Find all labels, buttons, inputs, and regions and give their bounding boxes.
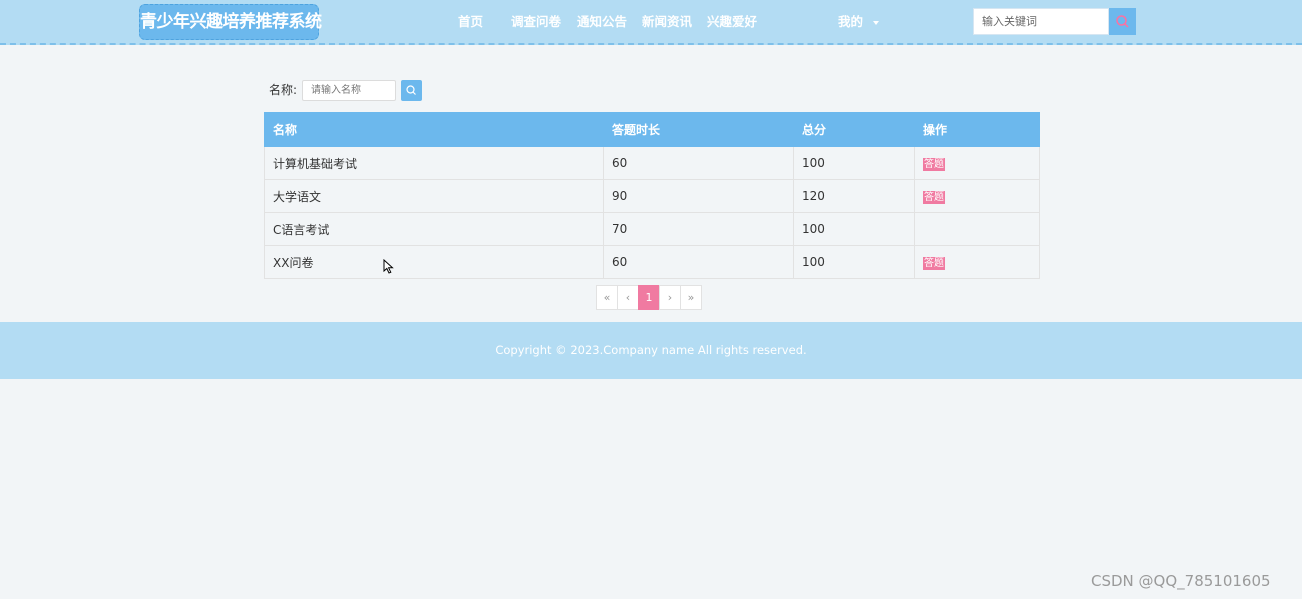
user-menu[interactable]: 我的 bbox=[838, 0, 880, 43]
cell-duration: 60 bbox=[603, 146, 794, 180]
csdn-watermark: CSDN @QQ_785101605 bbox=[1091, 572, 1271, 590]
pagination-prev-button[interactable]: ‹ bbox=[617, 285, 639, 310]
table-row: C语言考试 70 100 bbox=[264, 212, 1040, 246]
answer-button[interactable]: 答题 bbox=[923, 157, 945, 171]
name-filter-label: 名称: bbox=[269, 83, 298, 97]
cell-name: XX问卷 bbox=[264, 245, 604, 279]
user-menu-label: 我的 bbox=[838, 14, 864, 29]
cell-name: 大学语文 bbox=[264, 179, 604, 213]
table-header-row: 名称 答题时长 总分 操作 bbox=[264, 112, 1040, 147]
column-header-action: 操作 bbox=[914, 112, 1040, 147]
footer-copyright: Copyright © 2023.Company name All rights… bbox=[495, 343, 807, 357]
name-filter-input[interactable] bbox=[302, 80, 396, 101]
cell-score: 100 bbox=[793, 212, 915, 246]
nav-survey[interactable]: 调查问卷 bbox=[511, 0, 561, 43]
keyword-search-button[interactable] bbox=[1109, 8, 1136, 35]
survey-table: 名称 答题时长 总分 操作 计算机基础考试 60 100 答题 大学语文 90 … bbox=[264, 112, 1040, 279]
table-row: XX问卷 60 100 答题 bbox=[264, 245, 1040, 279]
pagination-next-button[interactable]: › bbox=[659, 285, 681, 310]
cell-action: 答题 bbox=[914, 146, 1040, 180]
mouse-cursor-icon bbox=[383, 259, 394, 274]
cell-action: 答题 bbox=[914, 245, 1040, 279]
name-filter-search-button[interactable] bbox=[401, 80, 422, 101]
answer-button[interactable]: 答题 bbox=[923, 256, 945, 270]
pagination-page-button[interactable]: 1 bbox=[638, 285, 660, 310]
cell-score: 100 bbox=[793, 245, 915, 279]
footer: Copyright © 2023.Company name All rights… bbox=[0, 322, 1302, 379]
pagination-first-button[interactable]: « bbox=[596, 285, 618, 310]
search-icon bbox=[1116, 15, 1129, 28]
site-logo[interactable]: 青少年兴趣培养推荐系统 bbox=[139, 4, 322, 40]
nav-news[interactable]: 新闻资讯 bbox=[642, 0, 692, 43]
column-header-duration: 答题时长 bbox=[603, 112, 794, 147]
keyword-search-input[interactable] bbox=[973, 8, 1109, 35]
cell-duration: 90 bbox=[603, 179, 794, 213]
answer-button[interactable]: 答题 bbox=[923, 190, 945, 204]
caret-down-icon bbox=[873, 20, 880, 25]
cell-score: 100 bbox=[793, 146, 915, 180]
column-header-name: 名称 bbox=[264, 112, 604, 147]
cell-name: 计算机基础考试 bbox=[264, 146, 604, 180]
cell-action bbox=[914, 212, 1040, 246]
table-row: 计算机基础考试 60 100 答题 bbox=[264, 146, 1040, 180]
cell-duration: 60 bbox=[603, 245, 794, 279]
top-nav-bar: 青少年兴趣培养推荐系统 首页 调查问卷 通知公告 新闻资讯 兴趣爱好 我的 bbox=[0, 0, 1302, 45]
nav-home[interactable]: 首页 bbox=[458, 0, 483, 43]
cell-duration: 70 bbox=[603, 212, 794, 246]
cell-score: 120 bbox=[793, 179, 915, 213]
table-row: 大学语文 90 120 答题 bbox=[264, 179, 1040, 213]
cell-name: C语言考试 bbox=[264, 212, 604, 246]
pagination: « ‹ 1 › » bbox=[596, 285, 702, 310]
pagination-last-button[interactable]: » bbox=[680, 285, 702, 310]
search-icon bbox=[406, 85, 416, 95]
cell-action: 答题 bbox=[914, 179, 1040, 213]
column-header-score: 总分 bbox=[793, 112, 915, 147]
nav-interests[interactable]: 兴趣爱好 bbox=[707, 0, 757, 43]
nav-notice[interactable]: 通知公告 bbox=[577, 0, 627, 43]
